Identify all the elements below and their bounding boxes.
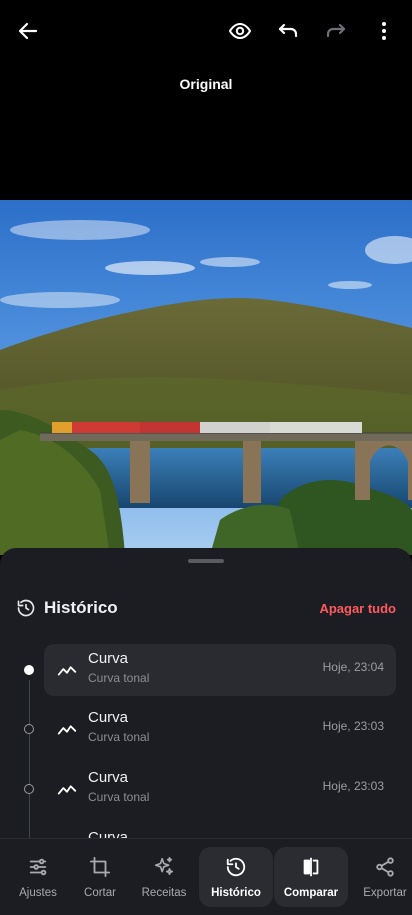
bottom-toolbar: Ajustes Cortar Receitas Histórico Compar…: [0, 838, 412, 915]
nav-label: Cortar: [84, 887, 116, 899]
arrow-left-icon: [18, 22, 38, 40]
history-item-subtitle: Curva tonal: [88, 790, 150, 804]
eye-icon: [228, 22, 252, 40]
timeline-dot: [24, 784, 34, 794]
nav-historico[interactable]: Histórico: [199, 847, 273, 907]
redo-button[interactable]: [319, 14, 353, 48]
drag-handle[interactable]: [188, 559, 224, 563]
timeline-dot: [24, 724, 34, 734]
undo-button[interactable]: [271, 14, 305, 48]
photo-canvas[interactable]: [0, 200, 412, 555]
history-icon: [17, 599, 35, 617]
history-title: Histórico: [44, 598, 118, 617]
view-mode-label: Original: [179, 76, 233, 92]
curve-icon: [57, 666, 77, 676]
history-item-time: Hoje, 23:03: [322, 719, 384, 733]
history-icon: [226, 857, 246, 877]
history-item[interactable]: Curva Curva tonal Hoje, 23:03: [24, 763, 396, 815]
history-item-time: Hoje, 23:03: [322, 779, 384, 793]
history-item-subtitle: Curva tonal: [88, 730, 150, 744]
nav-cortar[interactable]: Cortar: [63, 847, 137, 907]
nav-exportar[interactable]: Exportar: [348, 847, 412, 907]
redo-icon: [326, 23, 346, 38]
nav-label: Histórico: [211, 887, 261, 899]
curve-icon: [57, 725, 77, 735]
history-item-title: Curva: [88, 650, 129, 667]
share-icon: [376, 857, 394, 877]
more-vert-icon: [382, 22, 386, 40]
history-item-title: Curva: [88, 769, 129, 786]
preview-original-button[interactable]: [223, 14, 257, 48]
history-item-time: Hoje, 23:04: [322, 660, 384, 674]
compare-icon: [303, 857, 319, 877]
undo-icon: [278, 23, 298, 38]
nav-receitas[interactable]: Receitas: [127, 847, 201, 907]
sliders-icon: [29, 858, 47, 876]
top-toolbar: [0, 0, 412, 64]
sparkles-icon: [154, 857, 174, 876]
more-options-button[interactable]: [367, 14, 401, 48]
nav-comparar[interactable]: Comparar: [274, 847, 348, 907]
history-item-subtitle: Curva tonal: [88, 671, 150, 685]
back-button[interactable]: [11, 14, 45, 48]
clear-all-button[interactable]: Apagar tudo: [319, 601, 396, 616]
history-item[interactable]: Curva Curva tonal Hoje, 23:03: [24, 703, 396, 755]
nav-label: Exportar: [363, 887, 407, 899]
curve-icon: [57, 785, 77, 795]
history-sheet: Histórico Apagar tudo Curva Curva tonal …: [0, 548, 412, 848]
landscape-photo: [0, 200, 412, 555]
crop-icon: [89, 856, 111, 878]
nav-label: Receitas: [141, 887, 187, 899]
timeline-line: [29, 680, 30, 848]
history-item[interactable]: Curva Curva tonal Hoje, 23:04: [24, 644, 396, 696]
history-item-title: Curva: [88, 709, 129, 726]
history-header: Histórico Apagar tudo: [16, 594, 396, 622]
timeline-dot: [24, 665, 34, 675]
nav-label: Comparar: [283, 887, 339, 899]
